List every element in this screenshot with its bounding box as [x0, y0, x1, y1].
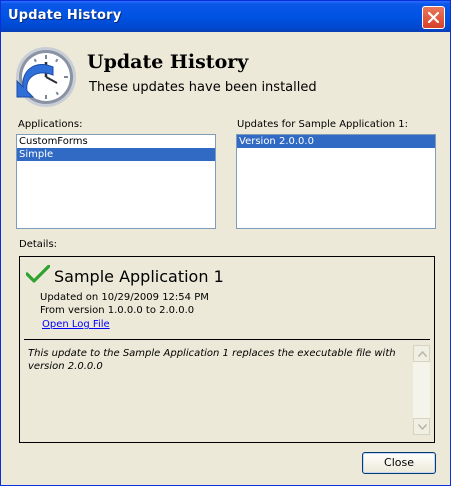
- scroll-up-button[interactable]: [413, 345, 430, 362]
- applications-item-customforms[interactable]: CustomForms: [17, 135, 215, 148]
- clock-back-arrow-icon: [16, 47, 76, 107]
- updates-label: Updates for Sample Application 1:: [237, 119, 408, 130]
- close-icon: [428, 12, 439, 23]
- header-title: Update History: [87, 51, 249, 73]
- chevron-up-icon: [418, 351, 427, 357]
- checkmark-icon: [26, 265, 50, 283]
- details-description: This update to the Sample Application 1 …: [28, 348, 396, 372]
- details-app-name: Sample Application 1: [54, 267, 224, 286]
- updates-item-version[interactable]: Version 2.0.0.0: [237, 135, 435, 148]
- update-history-window: Update History Update History These upda…: [0, 0, 451, 486]
- applications-item-simple[interactable]: Simple: [17, 148, 215, 161]
- title-bar[interactable]: Update History: [1, 1, 450, 32]
- close-button[interactable]: Close: [362, 452, 436, 474]
- header-subtitle: These updates have been installed: [89, 80, 317, 95]
- details-label: Details:: [19, 239, 58, 250]
- chevron-down-icon: [418, 424, 427, 430]
- updates-listbox[interactable]: Version 2.0.0.0: [236, 134, 436, 229]
- window-title: Update History: [8, 8, 122, 23]
- scroll-down-button[interactable]: [413, 418, 430, 435]
- window-close-button[interactable]: [422, 6, 445, 29]
- open-log-file-link[interactable]: Open Log File: [42, 319, 110, 330]
- details-panel: Sample Application 1 Updated on 10/29/20…: [19, 256, 435, 443]
- details-version-change: From version 1.0.0.0 to 2.0.0.0: [40, 305, 195, 316]
- applications-label: Applications:: [18, 119, 83, 130]
- description-scrollbar[interactable]: [413, 345, 430, 435]
- applications-listbox[interactable]: CustomForms Simple: [16, 134, 216, 229]
- details-updated-on: Updated on 10/29/2009 12:54 PM: [40, 292, 209, 303]
- details-divider: [24, 339, 430, 340]
